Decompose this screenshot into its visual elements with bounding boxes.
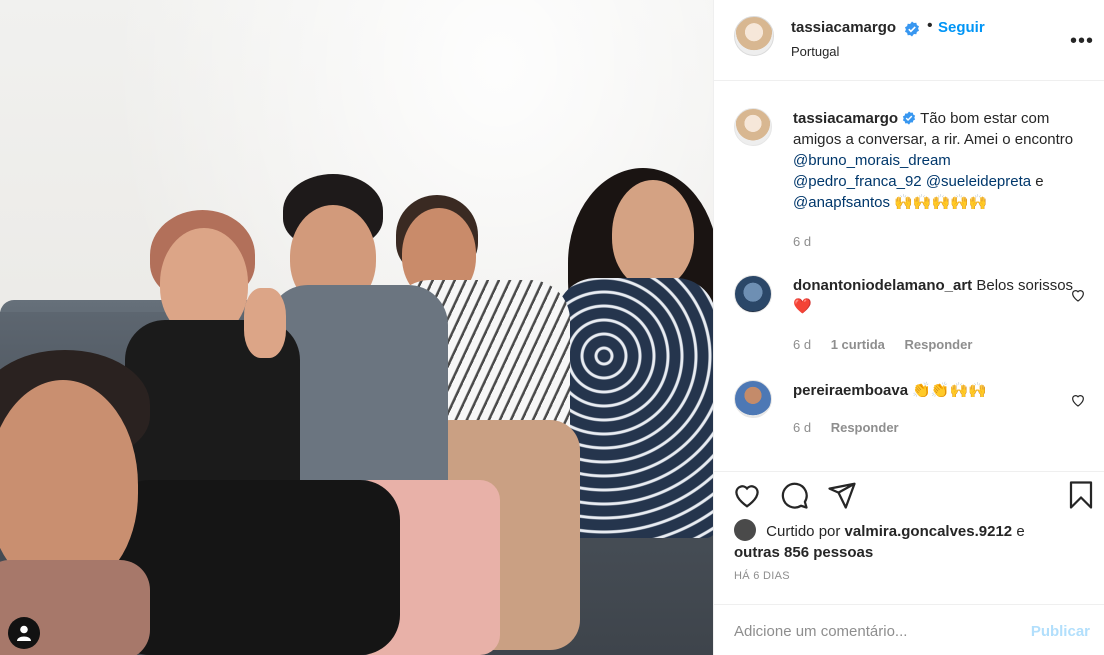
likes-prefix: Curtido por bbox=[766, 523, 841, 540]
mention-link[interactable]: @sueleidepreta bbox=[926, 173, 1031, 190]
comment-icon[interactable] bbox=[779, 480, 809, 510]
liker-avatar[interactable] bbox=[734, 519, 756, 541]
comment-timestamp[interactable]: 6 d bbox=[793, 337, 811, 352]
add-comment-bar: Publicar bbox=[714, 604, 1104, 655]
post-photo[interactable] bbox=[0, 0, 713, 655]
comment-text: donantoniodelamano_art Belos sorissos ❤️ bbox=[793, 275, 1078, 317]
post-side-panel: tassiacamargo • Seguir Portugal ••• tass… bbox=[713, 0, 1104, 655]
comment-input[interactable] bbox=[734, 619, 1014, 643]
user-tag-button[interactable] bbox=[8, 617, 40, 649]
reply-button[interactable]: Responder bbox=[905, 337, 973, 352]
mention-link[interactable]: @pedro_franca_92 bbox=[793, 173, 922, 190]
commenter-avatar[interactable] bbox=[734, 275, 772, 313]
verified-badge-icon bbox=[905, 21, 919, 37]
comments-list[interactable]: tassiacamargo Tão bom estar com amigos a… bbox=[714, 82, 1104, 470]
post-header: tassiacamargo • Seguir Portugal ••• bbox=[714, 0, 1104, 81]
mention-link[interactable]: @anapfsantos bbox=[793, 194, 890, 211]
heart-icon[interactable] bbox=[1070, 392, 1086, 408]
user-tag-icon bbox=[17, 625, 31, 641]
comment-meta: 6 d 1 curtida Responder bbox=[793, 337, 972, 352]
more-options-icon[interactable]: ••• bbox=[1070, 30, 1094, 53]
commenter-username[interactable]: donantoniodelamano_art bbox=[793, 277, 972, 294]
post-location[interactable]: Portugal bbox=[791, 44, 839, 59]
commenter-username[interactable]: pereiraemboava bbox=[793, 382, 908, 399]
likes-others[interactable]: outras 856 pessoas bbox=[734, 544, 873, 561]
reply-button[interactable]: Responder bbox=[831, 420, 899, 435]
liker-username[interactable]: valmira.goncalves.9212 bbox=[845, 523, 1013, 540]
publish-button[interactable]: Publicar bbox=[1031, 623, 1090, 640]
heart-icon[interactable] bbox=[1070, 287, 1086, 303]
caption-timestamp[interactable]: 6 d bbox=[793, 234, 811, 249]
author-avatar[interactable] bbox=[734, 16, 774, 56]
caption-emoji: 🙌🙌🙌🙌🙌 bbox=[894, 194, 988, 211]
follow-button[interactable]: Seguir bbox=[938, 19, 985, 36]
verified-badge-icon bbox=[903, 111, 916, 125]
comment-emoji: ❤️ bbox=[793, 298, 812, 315]
commenter-avatar[interactable] bbox=[734, 380, 772, 418]
likes-summary: Curtido por valmira.goncalves.9212 e out… bbox=[734, 519, 1074, 563]
comment-emoji: 👏👏🙌🙌 bbox=[912, 382, 987, 399]
caption-username[interactable]: tassiacamargo bbox=[793, 110, 898, 127]
caption-author-avatar[interactable] bbox=[734, 108, 772, 146]
likes-conjunction: e bbox=[1016, 523, 1025, 540]
share-icon[interactable] bbox=[827, 480, 857, 510]
header-separator: • bbox=[927, 17, 933, 34]
heart-icon[interactable] bbox=[732, 480, 762, 510]
post-timestamp[interactable]: HÁ 6 DIAS bbox=[734, 570, 790, 582]
comment-likes[interactable]: 1 curtida bbox=[831, 337, 885, 352]
comment-body: Belos sorissos bbox=[976, 277, 1074, 294]
comment-meta: 6 d Responder bbox=[793, 420, 899, 435]
mention-link[interactable]: @bruno_morais_dream bbox=[793, 152, 951, 169]
author-username[interactable]: tassiacamargo bbox=[791, 19, 896, 36]
caption-conjunction: e bbox=[1035, 173, 1044, 190]
caption-text: tassiacamargo Tão bom estar com amigos a… bbox=[793, 108, 1078, 213]
comment-timestamp[interactable]: 6 d bbox=[793, 420, 811, 435]
post-actions: Curtido por valmira.goncalves.9212 e out… bbox=[714, 471, 1104, 611]
comment-text: pereiraemboava 👏👏🙌🙌 bbox=[793, 380, 1078, 401]
bookmark-icon[interactable] bbox=[1066, 480, 1096, 510]
